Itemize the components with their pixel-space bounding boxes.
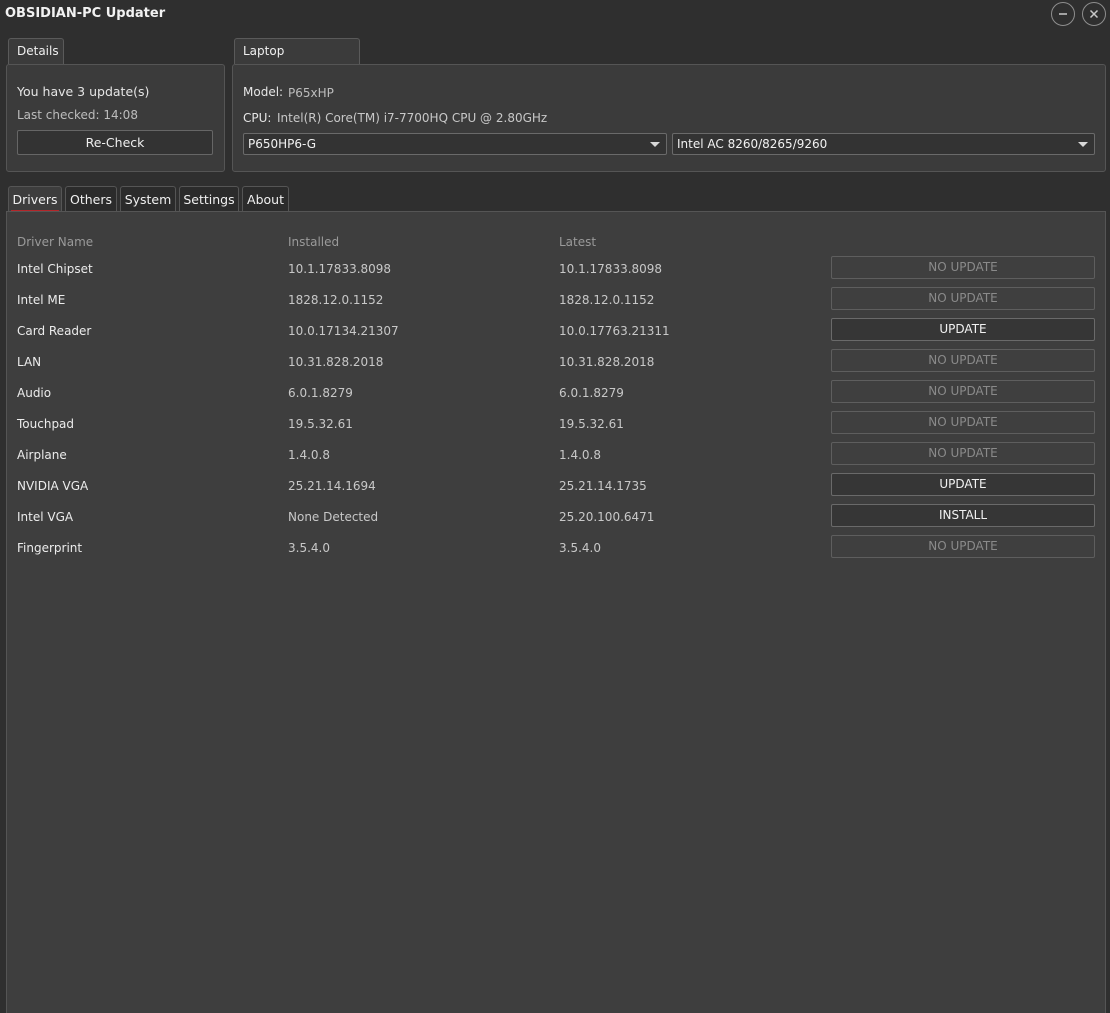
no-update-button: NO UPDATE (831, 535, 1095, 558)
latest-version: 1828.12.0.1152 (559, 293, 655, 307)
model-value: P65xHP (288, 86, 334, 100)
wifi-select-value: Intel AC 8260/8265/9260 (677, 137, 828, 151)
details-group-tab: Details (8, 38, 64, 64)
driver-name: Fingerprint (17, 541, 83, 555)
tab-others[interactable]: Others (65, 186, 117, 212)
chevron-down-icon (1078, 142, 1088, 147)
no-update-button: NO UPDATE (831, 256, 1095, 279)
driver-name: NVIDIA VGA (17, 479, 89, 493)
minimize-button[interactable] (1051, 2, 1075, 26)
installed-version: 6.0.1.8279 (288, 386, 353, 400)
installed-version: 3.5.4.0 (288, 541, 330, 555)
details-group: You have 3 update(s) Last checked: 14:08… (6, 64, 225, 172)
laptop-info-group-tab: Laptop Information (234, 38, 360, 83)
cpu-label: CPU: (243, 111, 272, 125)
drivers-panel: Driver Name Installed Latest Intel Chips… (6, 211, 1106, 1013)
driver-name: Touchpad (17, 417, 75, 431)
title-bar: OBSIDIAN-PC Updater (0, 0, 1110, 30)
cpu-value: Intel(R) Core(TM) i7-7700HQ CPU @ 2.80GH… (277, 111, 548, 125)
installed-version: 25.21.14.1694 (288, 479, 376, 493)
driver-name: Intel ME (17, 293, 66, 307)
driver-name: Card Reader (17, 324, 92, 338)
latest-version: 10.31.828.2018 (559, 355, 655, 369)
model-select-value: P650HP6-G (248, 137, 317, 151)
latest-version: 19.5.32.61 (559, 417, 624, 431)
tab-settings[interactable]: Settings (179, 186, 239, 212)
chevron-down-icon (650, 142, 660, 147)
latest-version: 10.1.17833.8098 (559, 262, 663, 276)
installed-version: 19.5.32.61 (288, 417, 353, 431)
close-button[interactable] (1082, 2, 1106, 26)
tab-drivers[interactable]: Drivers (8, 186, 62, 212)
update-button[interactable]: UPDATE (831, 318, 1095, 341)
recheck-button[interactable]: Re-Check (17, 130, 213, 155)
latest-version: 6.0.1.8279 (559, 386, 624, 400)
laptop-info-group: Model: P65xHP CPU: Intel(R) Core(TM) i7-… (232, 64, 1106, 172)
wifi-select[interactable]: Intel AC 8260/8265/9260 (672, 133, 1095, 155)
driver-name: Intel VGA (17, 510, 74, 524)
tab-about[interactable]: About (242, 186, 289, 212)
driver-name: LAN (17, 355, 42, 369)
installed-version: 1828.12.0.1152 (288, 293, 384, 307)
last-checked-text: Last checked: 14:08 (17, 108, 138, 122)
update-button[interactable]: UPDATE (831, 473, 1095, 496)
driver-name: Airplane (17, 448, 67, 462)
install-button[interactable]: INSTALL (831, 504, 1095, 527)
latest-version: 3.5.4.0 (559, 541, 601, 555)
installed-version: 1.4.0.8 (288, 448, 330, 462)
no-update-button: NO UPDATE (831, 442, 1095, 465)
window-title: OBSIDIAN-PC Updater (5, 6, 166, 21)
column-header-installed: Installed (288, 235, 340, 249)
tab-system[interactable]: System (120, 186, 176, 212)
column-header-latest: Latest (559, 235, 597, 249)
model-select[interactable]: P650HP6-G (243, 133, 667, 155)
latest-version: 25.20.100.6471 (559, 510, 655, 524)
latest-version: 1.4.0.8 (559, 448, 601, 462)
driver-name: Intel Chipset (17, 262, 93, 276)
updater-window: OBSIDIAN-PC Updater Details You have 3 u… (0, 0, 1110, 1013)
installed-version: 10.1.17833.8098 (288, 262, 392, 276)
installed-version: 10.31.828.2018 (288, 355, 384, 369)
latest-version: 10.0.17763.21311 (559, 324, 670, 338)
driver-name: Audio (17, 386, 52, 400)
updates-count-text: You have 3 update(s) (17, 84, 150, 99)
minus-icon (1059, 13, 1067, 15)
no-update-button: NO UPDATE (831, 411, 1095, 434)
latest-version: 25.21.14.1735 (559, 479, 647, 493)
installed-version: 10.0.17134.21307 (288, 324, 399, 338)
installed-version: None Detected (288, 510, 379, 524)
column-header-driver-name: Driver Name (17, 235, 94, 249)
close-icon (1089, 9, 1099, 19)
no-update-button: NO UPDATE (831, 380, 1095, 403)
no-update-button: NO UPDATE (831, 349, 1095, 372)
model-label: Model: (243, 85, 284, 99)
no-update-button: NO UPDATE (831, 287, 1095, 310)
